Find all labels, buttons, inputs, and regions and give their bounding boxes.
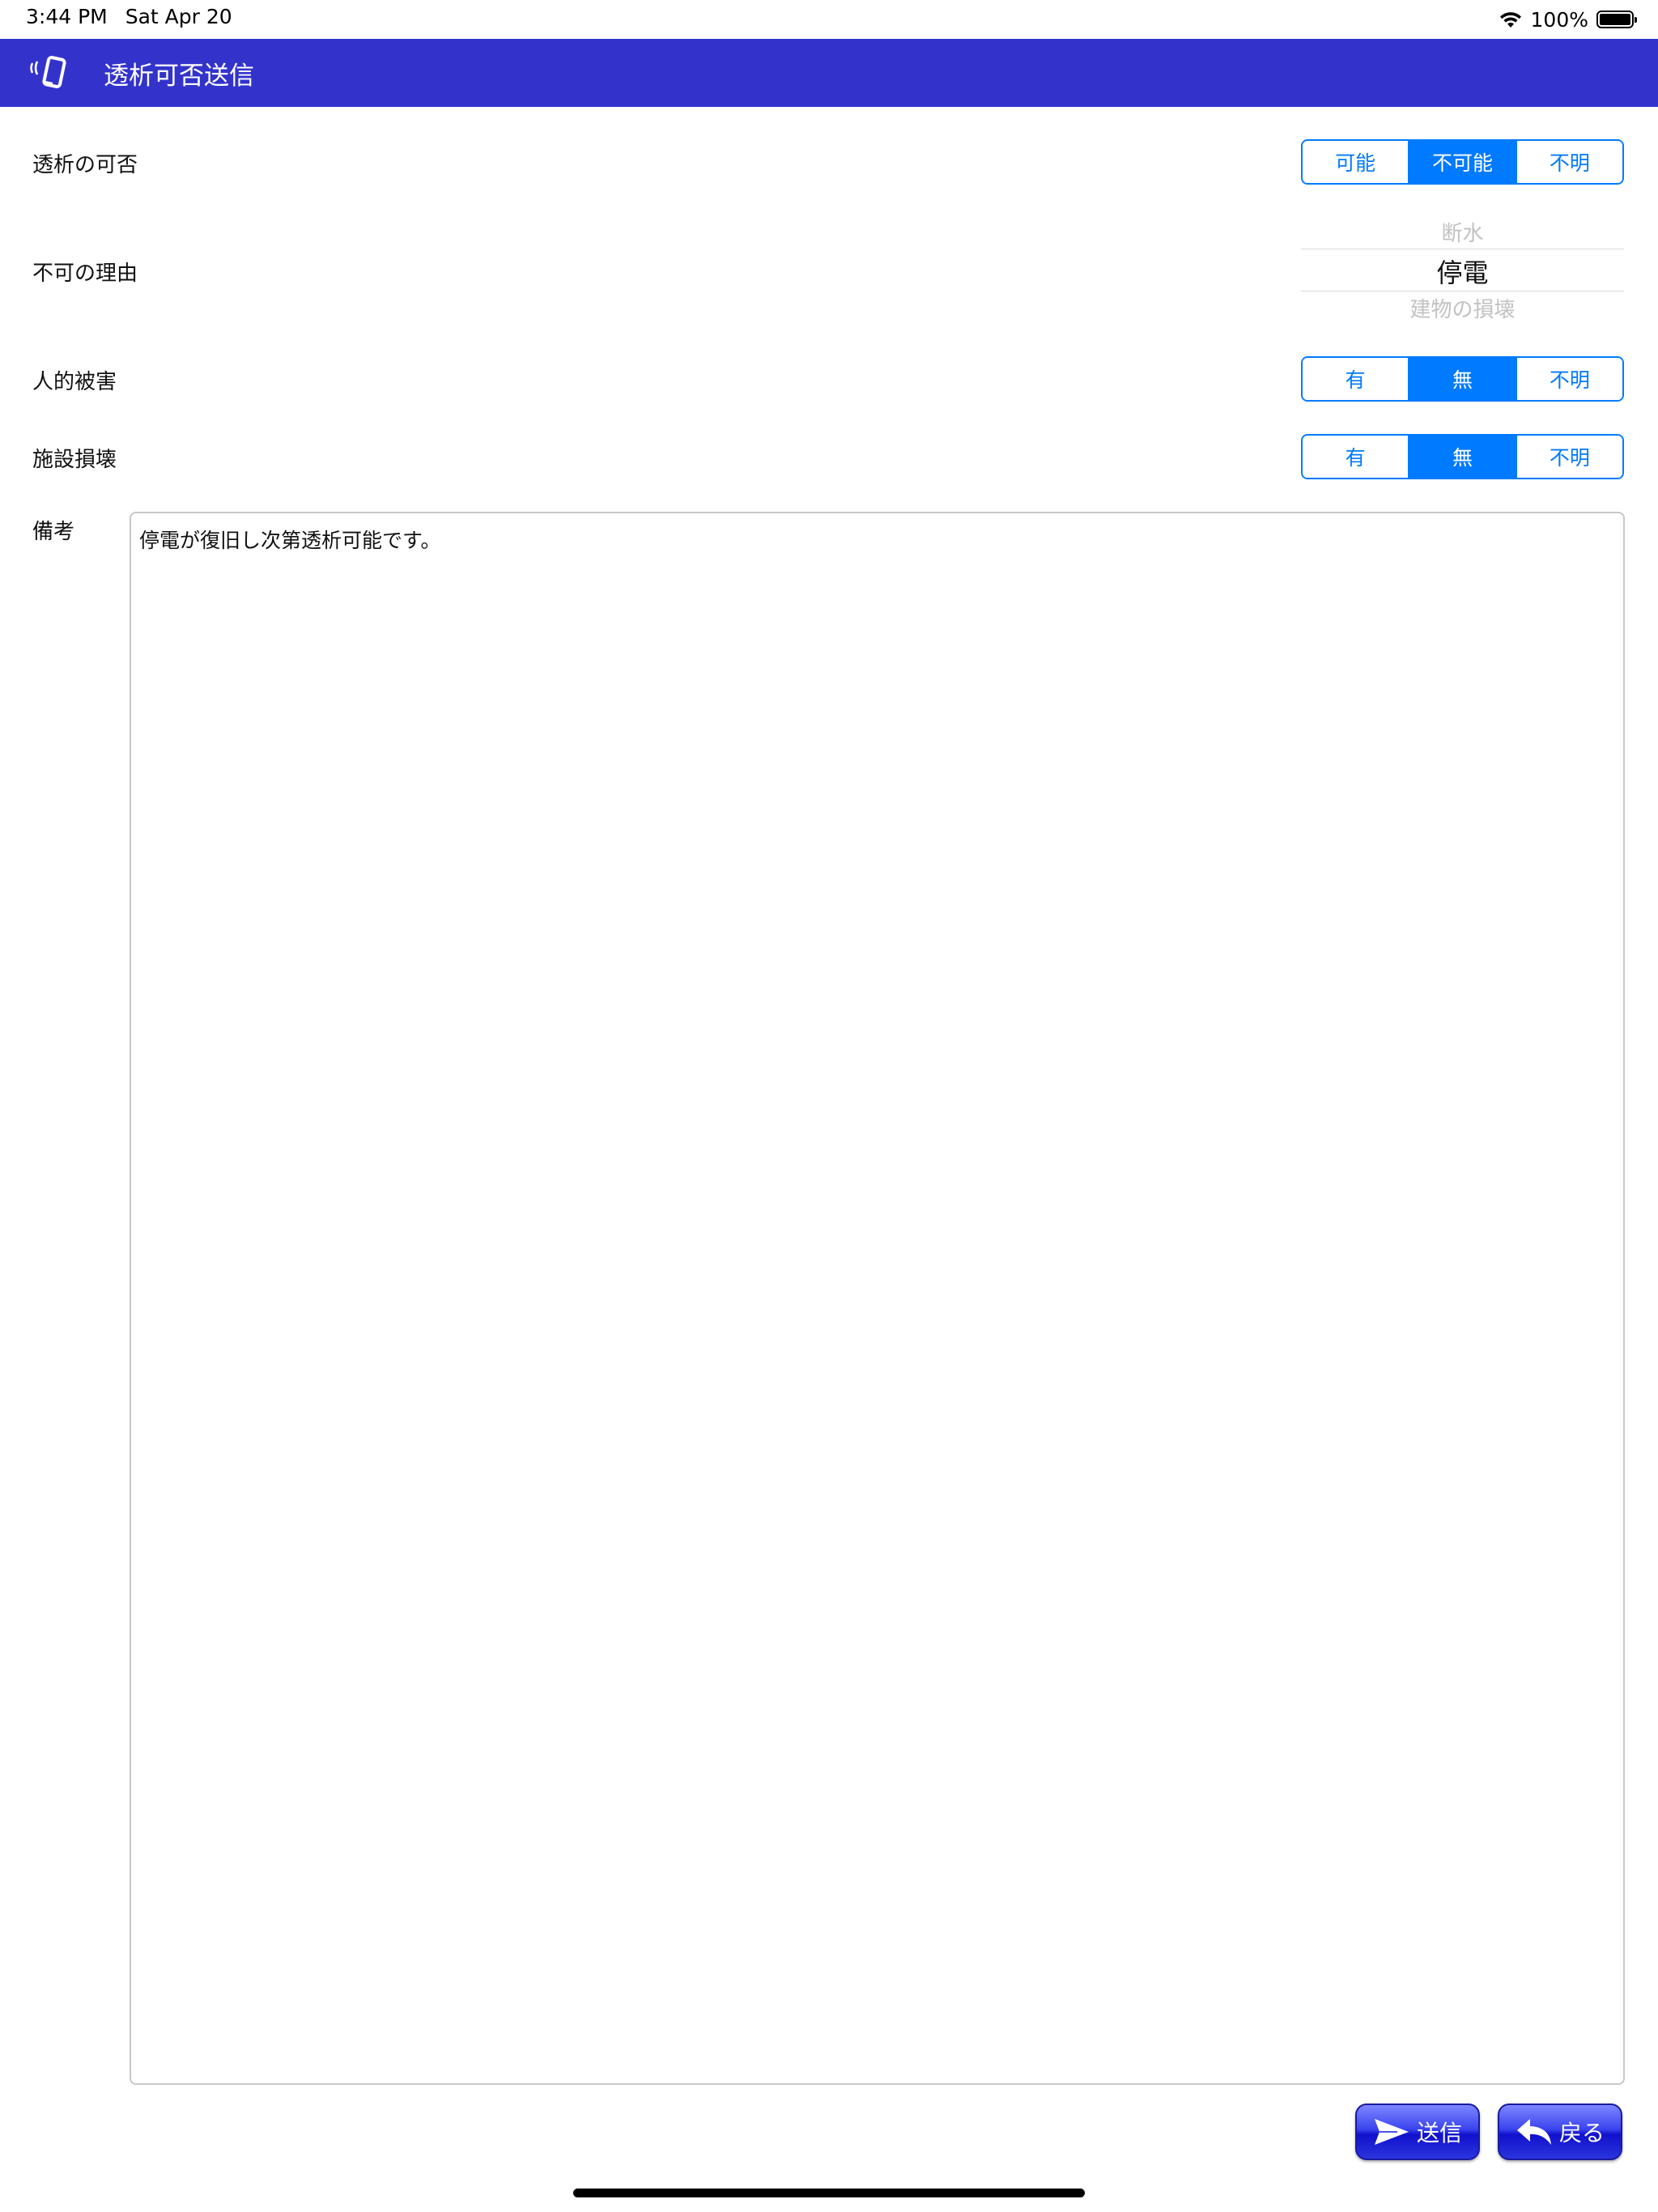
vibrating-phone-icon	[30, 56, 66, 88]
page-title: 透析可否送信	[104, 62, 254, 91]
human-damage-option-unknown[interactable]: 不明	[1515, 358, 1622, 400]
home-indicator	[573, 2189, 1085, 2197]
notes-label: 備考	[32, 520, 75, 544]
facility-damage-option-yes[interactable]: 有	[1303, 436, 1409, 478]
status-date: Sat Apr 20	[125, 5, 232, 28]
nav-bar: 透析可否送信	[0, 39, 1658, 107]
send-button-label: 送信	[1416, 2120, 1462, 2146]
dialysis-option-possible[interactable]: 可能	[1303, 141, 1409, 183]
reason-picker-prev[interactable]: 断水	[1301, 217, 1624, 247]
back-button-label: 戻る	[1558, 2120, 1605, 2146]
status-bar: 3:44 PM Sat Apr 20 100%	[0, 0, 1658, 39]
battery-icon	[1596, 11, 1637, 28]
reason-picker[interactable]: 断水 停電 建物の損壊	[1301, 212, 1624, 325]
back-button[interactable]: 戻る	[1498, 2104, 1622, 2160]
reason-label: 不可の理由	[32, 262, 138, 286]
facility-damage-segmented-control[interactable]: 有 無 不明	[1301, 434, 1624, 479]
status-time-date: 3:44 PM Sat Apr 20	[26, 5, 250, 28]
facility-damage-option-unknown[interactable]: 不明	[1515, 436, 1622, 478]
dialysis-option-impossible[interactable]: 不可能	[1408, 141, 1516, 183]
status-indicators: 100%	[1499, 5, 1637, 34]
facility-damage-label: 施設損壊	[32, 448, 117, 472]
human-damage-option-no[interactable]: 無	[1408, 358, 1516, 400]
facility-damage-option-no[interactable]: 無	[1408, 436, 1516, 478]
human-damage-option-yes[interactable]: 有	[1303, 358, 1409, 400]
wifi-icon	[1499, 12, 1521, 28]
reply-arrow-icon	[1516, 2119, 1551, 2145]
human-damage-label: 人的被害	[32, 370, 117, 394]
notes-textarea[interactable]: 停電が復旧し次第透析可能です。	[130, 512, 1625, 2085]
paper-plane-icon	[1374, 2119, 1409, 2145]
human-damage-segmented-control[interactable]: 有 無 不明	[1301, 356, 1624, 402]
reason-picker-next[interactable]: 建物の損壊	[1301, 293, 1624, 323]
send-button[interactable]: 送信	[1355, 2104, 1480, 2160]
reason-picker-selected[interactable]: 停電	[1301, 253, 1624, 290]
dialysis-option-unknown[interactable]: 不明	[1515, 141, 1622, 183]
status-time: 3:44 PM	[26, 5, 108, 28]
dialysis-segmented-control[interactable]: 可能 不可能 不明	[1301, 139, 1624, 185]
battery-percent: 100%	[1530, 7, 1588, 32]
dialysis-label: 透析の可否	[32, 153, 138, 177]
